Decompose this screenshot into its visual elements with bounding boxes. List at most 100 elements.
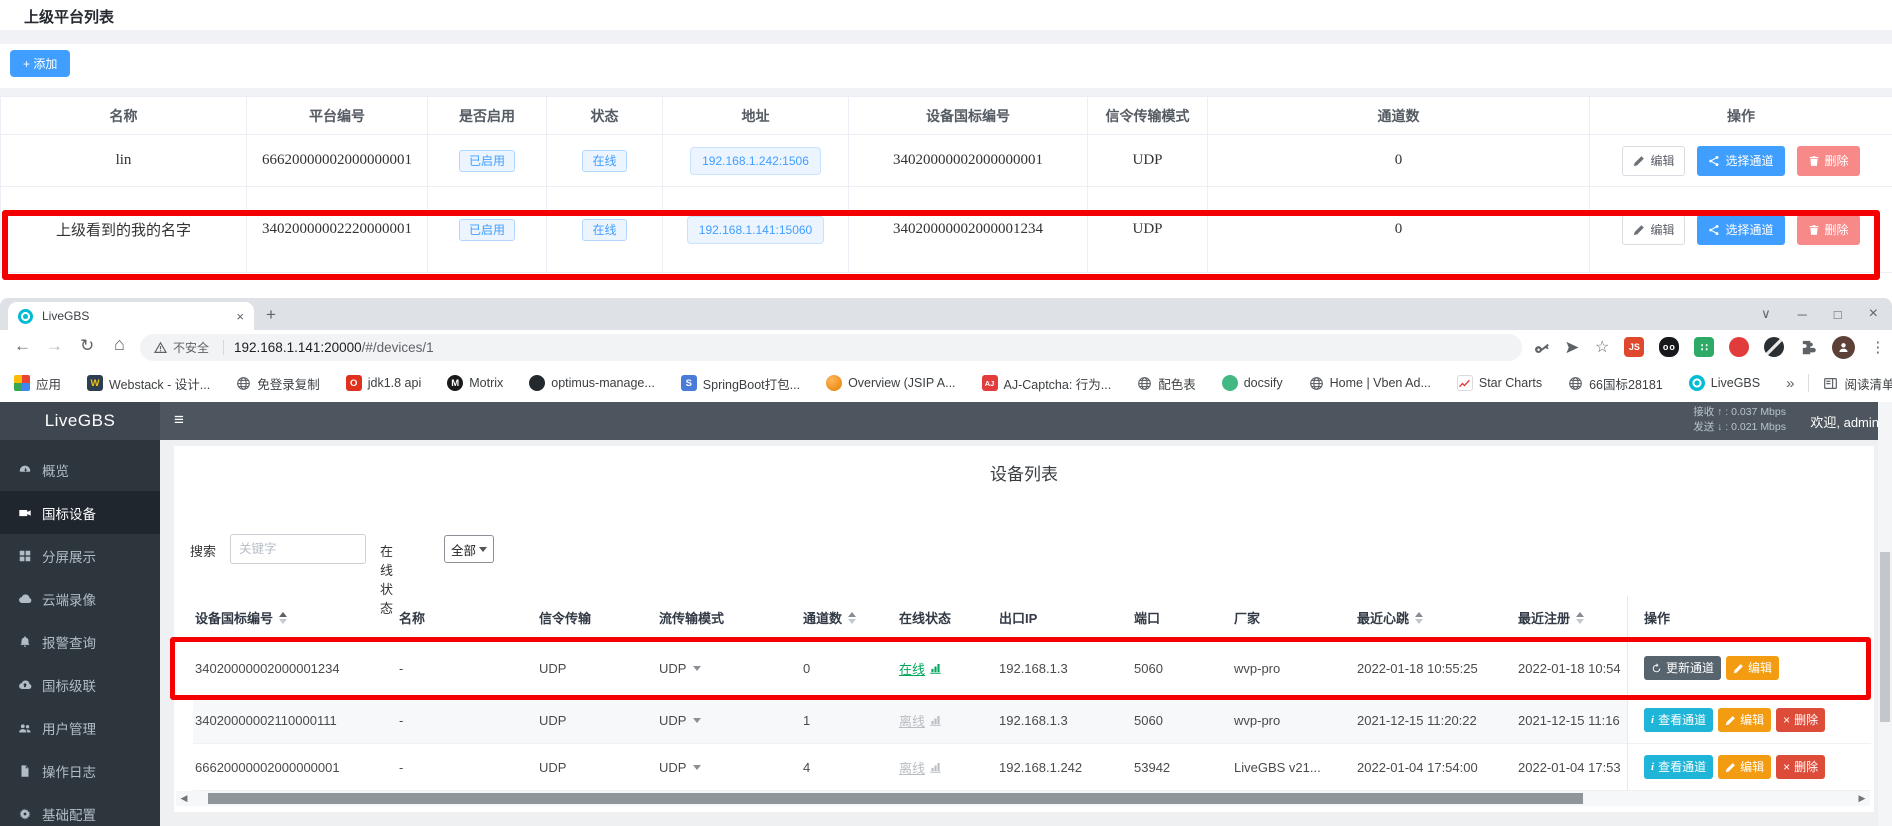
- scroll-right-icon[interactable]: ▶: [1854, 793, 1870, 804]
- cell-stream-mode[interactable]: UDP: [657, 697, 801, 744]
- forward-button[interactable]: →: [46, 336, 63, 356]
- sort-icon[interactable]: [1576, 612, 1584, 624]
- edit-button[interactable]: 编辑: [1718, 708, 1771, 732]
- reload-button[interactable]: ↻: [80, 336, 94, 356]
- delete-button[interactable]: ×删除: [1776, 708, 1825, 732]
- enabled-badge: 已启用: [459, 150, 515, 172]
- sidebar-item-operation-log[interactable]: 操作日志: [0, 749, 160, 792]
- bookmark-item[interactable]: AJAJ-Captcha: 行为...: [982, 374, 1112, 393]
- tab-search-icon[interactable]: ∨: [1761, 306, 1771, 322]
- bookmark-item[interactable]: optimus-manage...: [529, 375, 655, 391]
- delete-button[interactable]: 删除: [1797, 146, 1860, 176]
- cell-heartbeat: 2022-01-18 10:55:25: [1355, 640, 1516, 697]
- status-link[interactable]: 在线: [899, 659, 942, 678]
- bookmark-item[interactable]: 配色表: [1137, 374, 1196, 393]
- sidebar-item-basic-config[interactable]: 基础配置: [0, 792, 160, 826]
- password-key-icon[interactable]: [1534, 339, 1550, 355]
- bookmark-item[interactable]: Overview (JSIP A...: [826, 375, 955, 391]
- bookmark-item[interactable]: Star Charts: [1457, 375, 1542, 391]
- minimize-button[interactable]: ─: [1798, 307, 1807, 322]
- delete-button[interactable]: 删除: [1797, 215, 1860, 245]
- sidebar-item-overview[interactable]: 概览: [0, 448, 160, 491]
- device-list-card: 设备列表 搜索 在线状态 全部 设备国标编号 名称 信令传输 流传输模式 通道数…: [174, 446, 1874, 812]
- bookmark-item[interactable]: docsify: [1222, 375, 1283, 391]
- cell-transport: UDP: [1088, 135, 1208, 187]
- bookmark-item[interactable]: LiveGBS: [1689, 375, 1760, 391]
- sidebar-item-split-screen[interactable]: 分屏展示: [0, 534, 160, 577]
- update-channels-button[interactable]: 更新通道: [1644, 656, 1721, 680]
- add-button[interactable]: + 添加: [10, 50, 70, 77]
- extension-dark-icon[interactable]: [1764, 337, 1784, 357]
- maximize-button[interactable]: □: [1834, 307, 1842, 322]
- sort-icon[interactable]: [848, 612, 856, 624]
- sort-icon[interactable]: [1415, 612, 1423, 624]
- sort-icon[interactable]: [279, 612, 287, 624]
- extension-grid-icon[interactable]: ∷: [1694, 337, 1714, 357]
- edit-button[interactable]: 编辑: [1622, 146, 1685, 176]
- bookmark-item[interactable]: 66国标28181: [1568, 374, 1663, 393]
- address-bar[interactable]: 不安全 192.168.1.141:20000 /#/devices/1: [140, 334, 1522, 361]
- scrollbar-thumb[interactable]: [1880, 552, 1890, 722]
- extension-motrix-icon[interactable]: oo: [1659, 337, 1679, 357]
- browser-tab[interactable]: LiveGBS ×: [8, 302, 254, 330]
- device-list-title: 设备列表: [174, 460, 1874, 485]
- extension-adblock-icon[interactable]: [1729, 337, 1749, 357]
- motrix-icon: M: [447, 375, 463, 391]
- edit-button[interactable]: 编辑: [1622, 215, 1685, 245]
- bookmark-item[interactable]: 免登录复制: [236, 374, 320, 393]
- sidebar-item-cloud-recording[interactable]: 云端录像: [0, 577, 160, 620]
- column-header: 状态: [547, 97, 663, 135]
- view-channels-button[interactable]: i查看通道: [1644, 755, 1713, 779]
- profile-avatar[interactable]: [1832, 336, 1855, 359]
- select-channel-button[interactable]: 选择通道: [1697, 215, 1784, 245]
- browser-menu-icon[interactable]: ⋮: [1870, 338, 1885, 356]
- extension-js-icon[interactable]: JS: [1624, 337, 1644, 357]
- sidebar-item-user-management[interactable]: 用户管理: [0, 706, 160, 749]
- delete-button[interactable]: ×删除: [1776, 755, 1825, 779]
- cell-stream-mode[interactable]: UDP: [657, 640, 801, 697]
- app-logo[interactable]: LiveGBS: [0, 402, 160, 440]
- horizontal-scrollbar[interactable]: ◀ ▶: [176, 791, 1870, 806]
- back-button[interactable]: ←: [14, 336, 31, 356]
- sidebar-item-gb-devices[interactable]: 国标设备: [0, 491, 160, 534]
- bookmark-item[interactable]: MMotrix: [447, 375, 503, 391]
- bookmark-star-icon[interactable]: ☆: [1595, 337, 1609, 357]
- new-tab-button[interactable]: +: [266, 305, 276, 325]
- column-header[interactable]: 最近心跳: [1355, 596, 1516, 640]
- cell-port: 53942: [1132, 744, 1232, 791]
- scrollbar-thumb[interactable]: [208, 793, 1583, 804]
- sidebar-toggle-icon[interactable]: ≡: [174, 410, 184, 430]
- apps-shortcut[interactable]: 应用: [14, 374, 61, 393]
- tab-close-icon[interactable]: ×: [236, 309, 244, 324]
- home-button[interactable]: ⌂: [114, 334, 125, 355]
- extensions-puzzle-icon[interactable]: [1799, 338, 1817, 356]
- reading-list-button[interactable]: 阅读清单: [1823, 374, 1892, 393]
- bookmark-item[interactable]: WWebstack - 设计...: [87, 374, 210, 393]
- column-header[interactable]: 最近注册: [1516, 596, 1627, 640]
- sidebar-item-gb-cascade[interactable]: 国标级联: [0, 663, 160, 706]
- welcome-user[interactable]: 欢迎, admin: [1810, 412, 1879, 431]
- status-link[interactable]: 离线: [899, 758, 942, 777]
- scroll-left-icon[interactable]: ◀: [176, 793, 192, 804]
- status-badge: 在线: [582, 219, 626, 241]
- send-icon[interactable]: [1565, 340, 1580, 355]
- select-channel-button[interactable]: 选择通道: [1697, 146, 1784, 176]
- edit-button[interactable]: 编辑: [1718, 755, 1771, 779]
- cell-stream-mode[interactable]: UDP: [657, 744, 801, 791]
- view-channels-button[interactable]: i查看通道: [1644, 708, 1713, 732]
- bookmark-item[interactable]: Ojdk1.8 api: [346, 375, 422, 391]
- cell-platform-id: 34020000002220000001: [247, 187, 428, 273]
- bookmark-item[interactable]: SSpringBoot打包...: [681, 374, 800, 393]
- bookmarks-overflow-icon[interactable]: »: [1786, 375, 1794, 392]
- column-header[interactable]: 设备国标编号: [193, 596, 397, 640]
- search-input[interactable]: [230, 534, 366, 564]
- status-link[interactable]: 离线: [899, 711, 942, 730]
- vertical-scrollbar[interactable]: [1878, 402, 1892, 826]
- bookmark-item[interactable]: Home | Vben Ad...: [1309, 376, 1431, 391]
- online-status-select[interactable]: 全部: [444, 535, 494, 563]
- column-header[interactable]: 通道数: [801, 596, 897, 640]
- close-button[interactable]: ×: [1869, 305, 1878, 323]
- sidebar-item-alarm-query[interactable]: 报警查询: [0, 620, 160, 663]
- overview-icon: [826, 375, 842, 391]
- edit-button[interactable]: 编辑: [1726, 656, 1779, 680]
